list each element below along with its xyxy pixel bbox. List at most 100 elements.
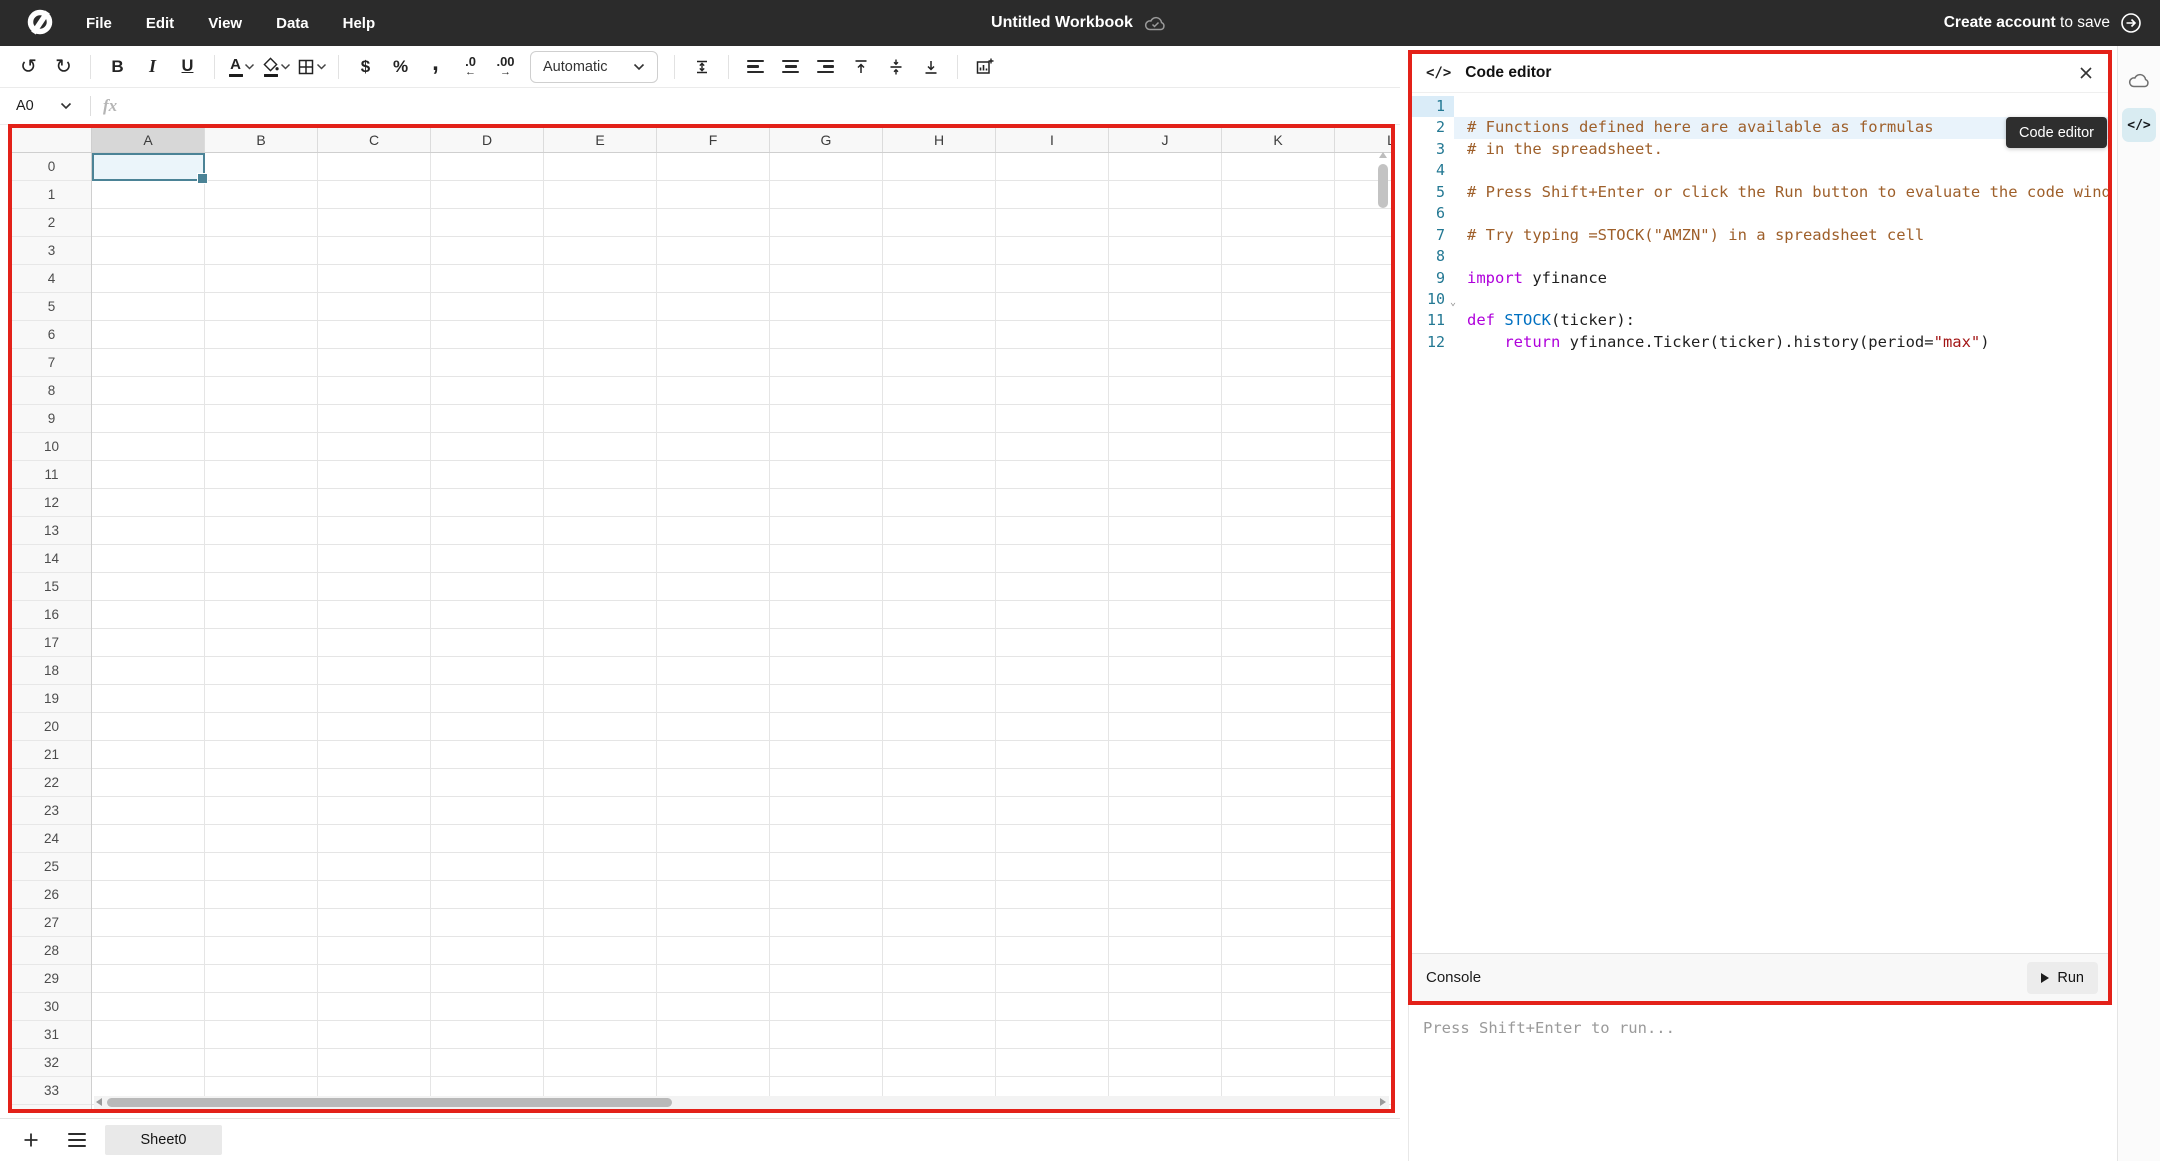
column-header-H[interactable]: H — [883, 128, 996, 152]
bold-button[interactable]: B — [101, 50, 134, 84]
menu-help[interactable]: Help — [343, 15, 376, 32]
sheet-list-button[interactable] — [64, 1127, 90, 1153]
code-line-6[interactable]: 6 — [1412, 203, 2108, 224]
fill-color-button[interactable] — [260, 50, 293, 84]
row-header-30[interactable]: 30 — [12, 993, 91, 1021]
row-header-22[interactable]: 22 — [12, 769, 91, 797]
column-header-F[interactable]: F — [657, 128, 770, 152]
row-header-18[interactable]: 18 — [12, 657, 91, 685]
row-header-5[interactable]: 5 — [12, 293, 91, 321]
row-header-24[interactable]: 24 — [12, 825, 91, 853]
column-header-A[interactable]: A — [92, 128, 205, 152]
row-header-25[interactable]: 25 — [12, 853, 91, 881]
code-line-12[interactable]: 12 return yfinance.Ticker(ticker).histor… — [1412, 332, 2108, 353]
column-header-J[interactable]: J — [1109, 128, 1222, 152]
text-color-button[interactable]: A — [225, 50, 258, 84]
spreadsheet-grid[interactable]: ABCDEFGHIJKL 012345678910111213141516171… — [8, 124, 1395, 1113]
horizontal-scrollbar[interactable] — [107, 1098, 672, 1107]
row-header-7[interactable]: 7 — [12, 349, 91, 377]
row-header-19[interactable]: 19 — [12, 685, 91, 713]
column-header-C[interactable]: C — [318, 128, 431, 152]
code-line-5[interactable]: 5 # Press Shift+Enter or click the Run bu… — [1412, 182, 2108, 203]
create-account-button[interactable]: Create account to save — [1944, 0, 2142, 46]
column-header-E[interactable]: E — [544, 128, 657, 152]
align-right-button[interactable] — [809, 50, 842, 84]
code-line-2[interactable]: 2 # Functions defined here are available … — [1412, 117, 2108, 139]
row-header-32[interactable]: 32 — [12, 1049, 91, 1077]
row-header-6[interactable]: 6 — [12, 321, 91, 349]
add-sheet-button[interactable] — [18, 1127, 44, 1153]
code-line-8[interactable]: 8 — [1412, 246, 2108, 267]
code-line-1[interactable]: 1 — [1412, 96, 2108, 118]
grid-corner-cell[interactable] — [12, 128, 92, 153]
code-line-4[interactable]: 4 — [1412, 160, 2108, 181]
cell-reference-box[interactable]: A0 — [16, 98, 60, 114]
row-header-17[interactable]: 17 — [12, 629, 91, 657]
code-line-3[interactable]: 3 # in the spreadsheet. — [1412, 139, 2108, 160]
chevron-down-icon[interactable] — [60, 102, 72, 110]
menu-view[interactable]: View — [208, 15, 242, 32]
row-header-0[interactable]: 0 — [12, 153, 91, 181]
row-header-15[interactable]: 15 — [12, 573, 91, 601]
horizontal-scroll-left-arrow[interactable] — [96, 1098, 102, 1106]
row-header-1[interactable]: 1 — [12, 181, 91, 209]
fill-handle[interactable] — [197, 173, 208, 184]
close-icon[interactable] — [2078, 65, 2094, 81]
row-header-14[interactable]: 14 — [12, 545, 91, 573]
increase-decimal-button[interactable]: .00 → — [489, 50, 522, 84]
column-header-D[interactable]: D — [431, 128, 544, 152]
row-header-31[interactable]: 31 — [12, 1021, 91, 1049]
decrease-decimal-button[interactable]: .0 ← — [454, 50, 487, 84]
currency-format-button[interactable]: $ — [349, 50, 382, 84]
sheet-tab[interactable]: Sheet0 — [105, 1125, 222, 1155]
borders-button[interactable] — [295, 50, 328, 84]
quadratic-logo-icon[interactable] — [24, 7, 56, 39]
row-header-11[interactable]: 11 — [12, 461, 91, 489]
vertical-scroll-up-arrow[interactable] — [1379, 152, 1387, 158]
row-header-20[interactable]: 20 — [12, 713, 91, 741]
code-line-10[interactable]: 10 ⌄ — [1412, 289, 2108, 310]
align-left-button[interactable] — [739, 50, 772, 84]
valign-bottom-button[interactable] — [914, 50, 947, 84]
row-header-13[interactable]: 13 — [12, 517, 91, 545]
row-header-4[interactable]: 4 — [12, 265, 91, 293]
column-header-K[interactable]: K — [1222, 128, 1335, 152]
cells-area[interactable] — [92, 153, 1391, 1109]
valign-middle-button[interactable] — [879, 50, 912, 84]
vertical-scrollbar[interactable] — [1378, 164, 1388, 208]
menu-edit[interactable]: Edit — [146, 15, 174, 32]
comma-format-button[interactable]: , — [419, 46, 452, 80]
row-header-16[interactable]: 16 — [12, 601, 91, 629]
code-line-7[interactable]: 7 # Try typing =STOCK("AMZN") in a spread… — [1412, 225, 2108, 246]
column-header-L[interactable]: L — [1335, 128, 1391, 152]
number-format-select[interactable]: Automatic — [530, 50, 659, 83]
redo-button[interactable]: ↻ — [47, 50, 80, 84]
run-button[interactable]: Run — [2027, 961, 2098, 994]
row-header-27[interactable]: 27 — [12, 909, 91, 937]
column-header-G[interactable]: G — [770, 128, 883, 152]
row-header-26[interactable]: 26 — [12, 881, 91, 909]
underline-button[interactable]: U — [171, 50, 204, 84]
row-header-12[interactable]: 12 — [12, 489, 91, 517]
row-header-8[interactable]: 8 — [12, 377, 91, 405]
percent-format-button[interactable]: % — [384, 50, 417, 84]
text-overflow-button[interactable] — [685, 50, 718, 84]
menu-data[interactable]: Data — [276, 15, 309, 32]
row-header-29[interactable]: 29 — [12, 965, 91, 993]
horizontal-scroll-right-arrow[interactable] — [1380, 1098, 1386, 1106]
code-editor-sidebar-toggle[interactable]: </> — [2122, 108, 2156, 142]
row-header-9[interactable]: 9 — [12, 405, 91, 433]
row-header-2[interactable]: 2 — [12, 209, 91, 237]
code-line-11[interactable]: 11 def STOCK(ticker): — [1412, 310, 2108, 331]
row-header-21[interactable]: 21 — [12, 741, 91, 769]
align-center-button[interactable] — [774, 50, 807, 84]
code-line-9[interactable]: 9 import yfinance — [1412, 268, 2108, 289]
italic-button[interactable]: I — [136, 50, 169, 84]
cloud-icon[interactable] — [2127, 70, 2153, 90]
row-header-3[interactable]: 3 — [12, 237, 91, 265]
insert-chart-button[interactable] — [968, 50, 1001, 84]
console-output[interactable]: Press Shift+Enter to run... — [1408, 1005, 2112, 1161]
column-header-B[interactable]: B — [205, 128, 318, 152]
valign-top-button[interactable] — [844, 50, 877, 84]
undo-button[interactable]: ↺ — [12, 50, 45, 84]
